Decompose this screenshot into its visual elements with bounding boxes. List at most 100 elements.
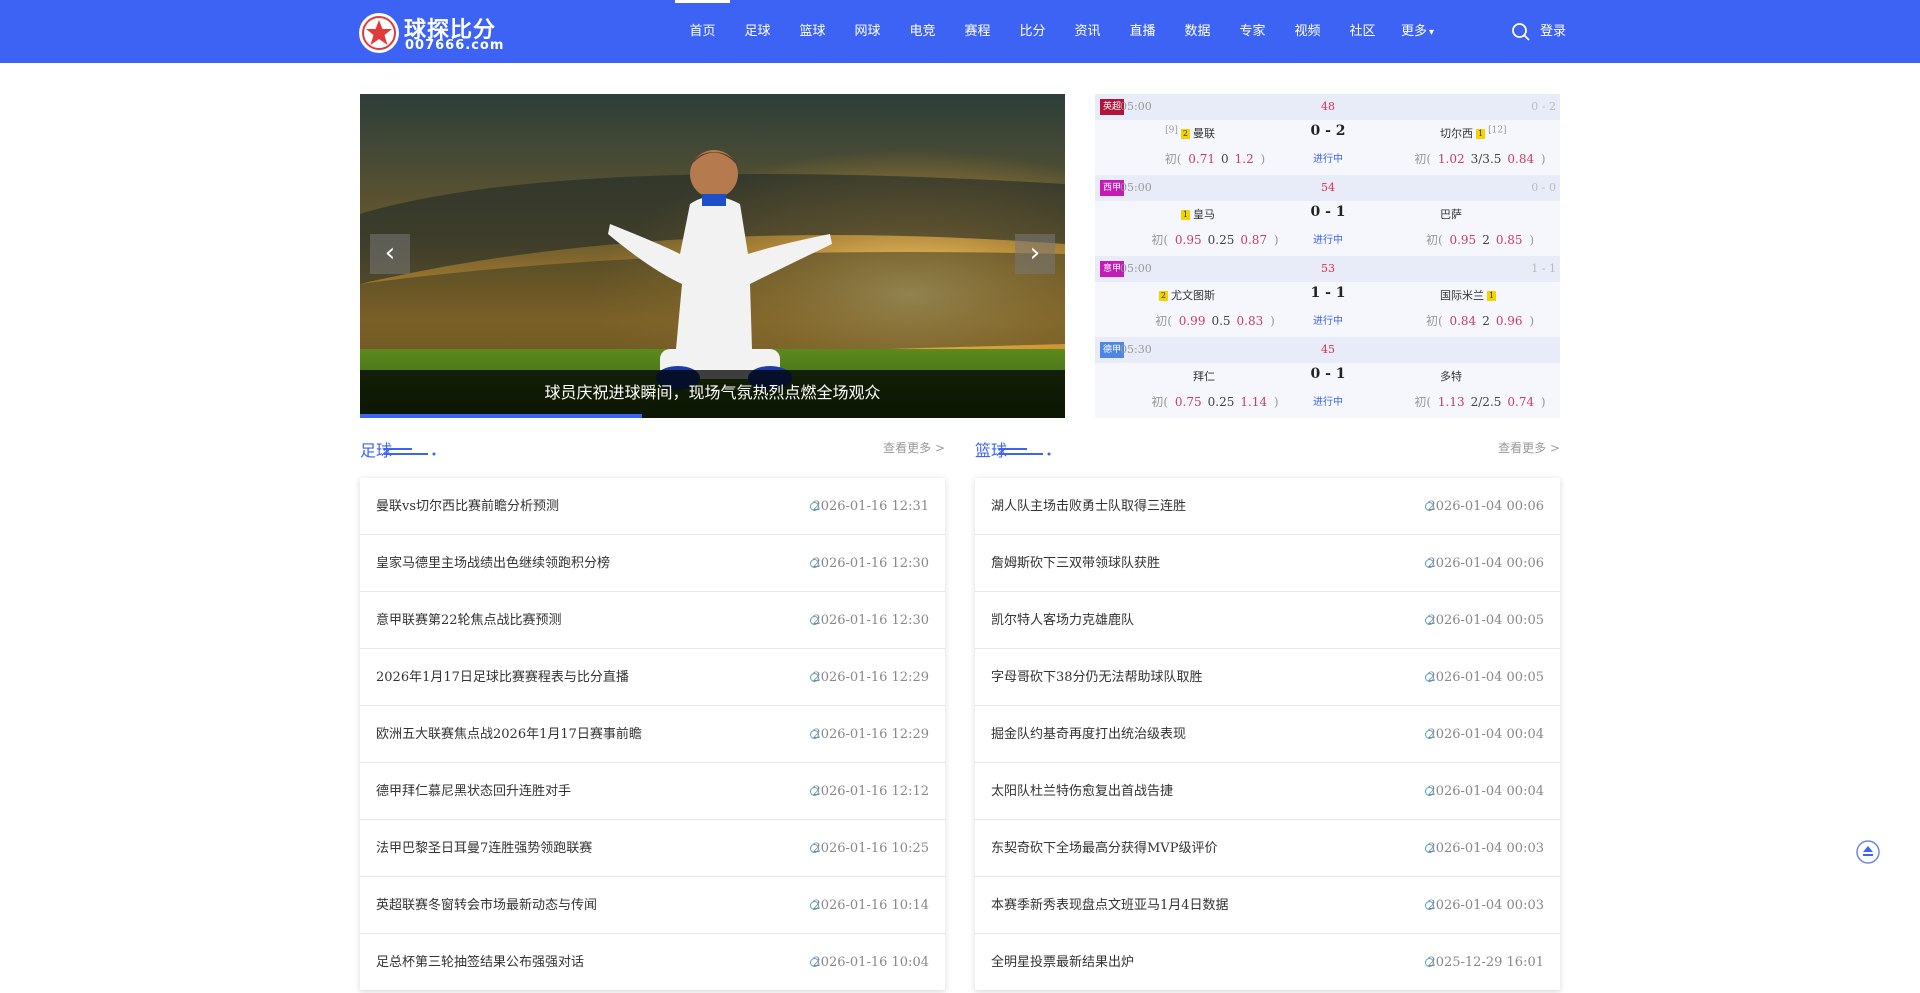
match-status[interactable]: 进行中 [1293, 150, 1363, 165]
news-title[interactable]: 2026年1月17日足球比赛赛程表与比分直播 [376, 649, 629, 706]
news-title[interactable]: 掘金队约基奇再度打出统治级表现 [991, 706, 1186, 763]
news-title[interactable]: 太阳队杜兰特伤愈复出首战告捷 [991, 763, 1173, 820]
news-list-item[interactable]: 詹姆斯砍下三双带领球队获胜 2026-01-04 00:06 [975, 535, 1560, 592]
news-date: 2026-01-16 10:14 [812, 898, 929, 913]
news-list-item[interactable]: 法甲巴黎圣日耳曼7连胜强势领跑联赛 2026-01-16 10:25 [360, 820, 945, 877]
home-team[interactable]: [9] 2 曼联 [1095, 125, 1215, 141]
news-title[interactable]: 曼联vs切尔西比赛前瞻分析预测 [376, 478, 559, 535]
halftime-score: 1 - 1 [1531, 262, 1556, 275]
match-status[interactable]: 进行中 [1293, 393, 1363, 408]
news-list-item[interactable]: 全明星投票最新结果出炉 2025-12-29 16:01 [975, 934, 1560, 991]
odds-bracket: ( [1176, 152, 1186, 166]
view-more-link[interactable]: 查看更多 > [1498, 439, 1560, 456]
odds-prefix: 初 [1425, 233, 1438, 247]
news-list: 湖人队主场击败勇士队取得三连胜 2026-01-04 00:06 詹姆斯砍下三双带领… [975, 478, 1560, 991]
search-icon[interactable] [1511, 22, 1531, 42]
hero-carousel[interactable]: ‹ › 球员庆祝进球瞬间，现场气氛热烈点燃全场观众 [360, 94, 1065, 418]
news-title[interactable]: 字母哥砍下38分仍无法帮助球队取胜 [991, 649, 1203, 706]
nav-item-7[interactable]: 比分 [1005, 0, 1060, 63]
news-title[interactable]: 英超联赛冬窗转会市场最新动态与传闻 [376, 877, 597, 934]
news-list-item[interactable]: 凯尔特人客场力克雄鹿队 2026-01-04 00:05 [975, 592, 1560, 649]
away-team[interactable]: 多特 [1440, 368, 1560, 384]
news-title[interactable]: 意甲联赛第22轮焦点战比赛预测 [376, 592, 562, 649]
home-team[interactable]: 1 皇马 [1095, 206, 1215, 222]
odds-bracket: ( [1167, 314, 1176, 328]
match-minute: 53 [1321, 262, 1335, 275]
news-title[interactable]: 詹姆斯砍下三双带领球队获胜 [991, 535, 1160, 592]
news-list-item[interactable]: 英超联赛冬窗转会市场最新动态与传闻 2026-01-16 10:14 [360, 877, 945, 934]
match-status[interactable]: 进行中 [1293, 312, 1363, 327]
news-title[interactable]: 全明星投票最新结果出炉 [991, 934, 1134, 991]
away-odds: 初( 0.95 2 0.85 ) [1410, 231, 1550, 248]
odds-bracket: ) [1256, 152, 1266, 166]
match-row[interactable]: 德甲 05:30 45 拜仁 0 - 1 进行中 多特 初( 0.75 0.25 1.14 ) 初(… [1095, 337, 1560, 418]
nav-item-9[interactable]: 直播 [1115, 0, 1170, 63]
nav-item-11[interactable]: 专家 [1225, 0, 1280, 63]
nav-item-13[interactable]: 社区 [1335, 0, 1390, 63]
match-time: 05:30 [1120, 343, 1152, 356]
nav-item-4[interactable]: 网球 [840, 0, 895, 63]
news-list-item[interactable]: 湖人队主场击败勇士队取得三连胜 2026-01-04 00:06 [975, 478, 1560, 535]
odds-bracket: ( [1437, 233, 1447, 247]
news-list-item[interactable]: 太阳队杜兰特伤愈复出首战告捷 2026-01-04 00:04 [975, 763, 1560, 820]
carousel-caption[interactable]: 球员庆祝进球瞬间，现场气氛热烈点燃全场观众 [360, 370, 1065, 418]
away-odds: 初( 1.13 2/2.5 0.74 ) [1410, 393, 1550, 410]
odds-value: 0.96 [1495, 314, 1523, 328]
news-list-item[interactable]: 掘金队约基奇再度打出统治级表现 2026-01-04 00:04 [975, 706, 1560, 763]
odds-value: 0.84 [1449, 314, 1477, 328]
view-more-link[interactable]: 查看更多 > [883, 439, 945, 456]
odds-value: 0 [1221, 152, 1229, 166]
nav-item-12[interactable]: 视频 [1280, 0, 1335, 63]
nav-item-6[interactable]: 赛程 [950, 0, 1005, 63]
match-row[interactable]: 西甲 05:00 54 0 - 0 1 皇马 0 - 1 进行中 巴萨 初( 0.95 0.25 0.… [1095, 175, 1560, 256]
away-team[interactable]: 切尔西 1 [12] [1440, 125, 1560, 141]
news-list-item[interactable]: 欧洲五大联赛焦点战2026年1月17日赛事前瞻 2026-01-16 12:29 [360, 706, 945, 763]
odds-bracket: ) [1537, 152, 1546, 166]
news-title[interactable]: 足总杯第三轮抽签结果公布强强对话 [376, 934, 584, 991]
news-list-item[interactable]: 字母哥砍下38分仍无法帮助球队取胜 2026-01-04 00:05 [975, 649, 1560, 706]
news-title[interactable]: 本赛季新秀表现盘点文班亚马1月4日数据 [991, 877, 1229, 934]
away-team-name: 多特 [1440, 370, 1462, 383]
home-team[interactable]: 拜仁 [1095, 368, 1215, 384]
home-team[interactable]: 2 尤文图斯 [1095, 287, 1215, 303]
carousel-next-button[interactable]: › [1015, 234, 1055, 274]
news-title[interactable]: 德甲拜仁慕尼黑状态回升连胜对手 [376, 763, 571, 820]
news-title[interactable]: 凯尔特人客场力克雄鹿队 [991, 592, 1134, 649]
news-list-item[interactable]: 东契奇砍下全场最高分获得MVP级评价 2026-01-04 00:03 [975, 820, 1560, 877]
nav-item-8[interactable]: 资讯 [1060, 0, 1115, 63]
odds-value: 0.95 [1174, 233, 1202, 247]
match-row[interactable]: 英超 05:00 48 0 - 2 [9] 2 曼联 0 - 2 进行中 切尔西 1 [12] 初( 0… [1095, 94, 1560, 175]
nav-item-10[interactable]: 数据 [1170, 0, 1225, 63]
news-list-item[interactable]: 足总杯第三轮抽签结果公布强强对话 2026-01-16 10:04 [360, 934, 945, 991]
nav-item-1[interactable]: 首页 [675, 0, 730, 63]
odds-value: 0.87 [1240, 233, 1268, 247]
news-list-item[interactable]: 意甲联赛第22轮焦点战比赛预测 2026-01-16 12:30 [360, 592, 945, 649]
news-title[interactable]: 法甲巴黎圣日耳曼7连胜强势领跑联赛 [376, 820, 592, 877]
news-title[interactable]: 欧洲五大联赛焦点战2026年1月17日赛事前瞻 [376, 706, 642, 763]
news-title[interactable]: 湖人队主场击败勇士队取得三连胜 [991, 478, 1186, 535]
match-status[interactable]: 进行中 [1293, 231, 1363, 246]
chevron-down-icon: ▾ [1428, 27, 1435, 38]
nav-item-14[interactable]: 更多 ▾ [1390, 0, 1445, 63]
odds-bracket: ( [1163, 233, 1172, 247]
news-list-item[interactable]: 德甲拜仁慕尼黑状态回升连胜对手 2026-01-16 12:12 [360, 763, 945, 820]
news-date: 2026-01-16 10:25 [812, 841, 929, 856]
site-logo[interactable]: 球探比分 007666.com [358, 10, 508, 54]
news-title[interactable]: 东契奇砍下全场最高分获得MVP级评价 [991, 820, 1217, 877]
back-to-top-icon[interactable] [1856, 840, 1880, 864]
news-list-item[interactable]: 2026年1月17日足球比赛赛程表与比分直播 2026-01-16 12:29 [360, 649, 945, 706]
odds-bracket: ) [1270, 233, 1279, 247]
news-list-item[interactable]: 皇家马德里主场战绩出色继续领跑积分榜 2026-01-16 12:30 [360, 535, 945, 592]
match-row[interactable]: 意甲 05:00 53 1 - 1 2 尤文图斯 1 - 1 进行中 国际米兰 1 初( 0.99 0… [1095, 256, 1560, 337]
nav-item-2[interactable]: 足球 [730, 0, 785, 63]
away-team[interactable]: 国际米兰 1 [1440, 287, 1560, 303]
away-team[interactable]: 巴萨 [1440, 206, 1560, 222]
login-link[interactable]: 登录 [1540, 0, 1566, 63]
news-date: 2026-01-16 10:04 [812, 955, 929, 970]
news-title[interactable]: 皇家马德里主场战绩出色继续领跑积分榜 [376, 535, 610, 592]
nav-item-5[interactable]: 电竞 [895, 0, 950, 63]
news-list-item[interactable]: 曼联vs切尔西比赛前瞻分析预测 2026-01-16 12:31 [360, 478, 945, 535]
carousel-prev-button[interactable]: ‹ [370, 234, 410, 274]
nav-item-3[interactable]: 篮球 [785, 0, 840, 63]
news-list-item[interactable]: 本赛季新秀表现盘点文班亚马1月4日数据 2026-01-04 00:03 [975, 877, 1560, 934]
